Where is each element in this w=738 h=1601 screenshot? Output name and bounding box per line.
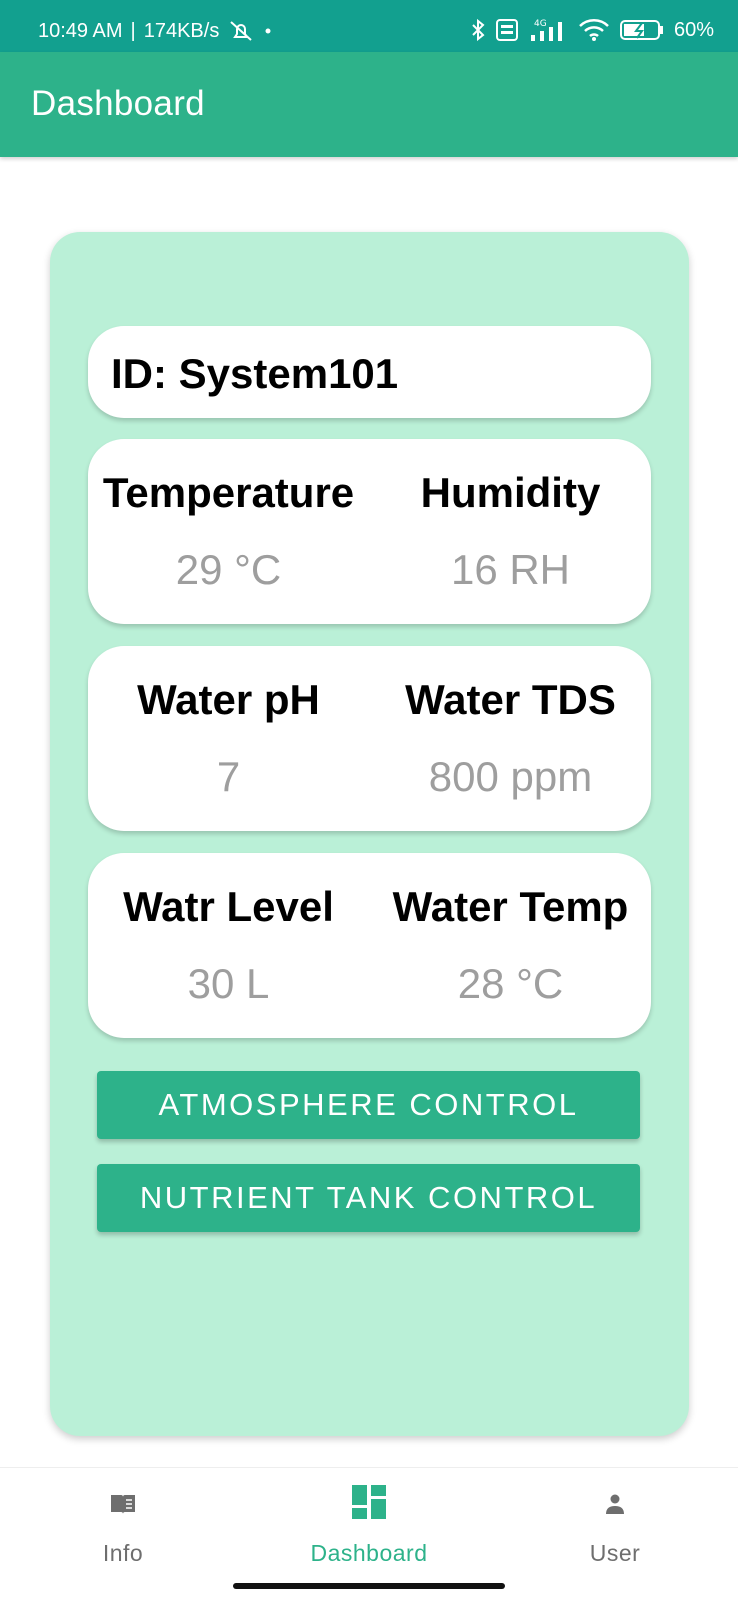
temperature-metric: Temperature 29 °C	[88, 439, 369, 624]
status-right: 4G 60%	[470, 17, 714, 43]
nav-label-dashboard: Dashboard	[310, 1540, 428, 1566]
status-left: 10:49 AM | 174KB/s	[38, 19, 273, 43]
humidity-value: 16 RH	[450, 546, 571, 593]
water-ph-label: Water pH	[137, 676, 320, 723]
bottom-navigation: Info Dashboard User	[0, 1467, 738, 1601]
humidity-label: Humidity	[420, 469, 601, 516]
book-icon	[109, 1492, 137, 1521]
battery-icon	[619, 19, 664, 41]
water-level-label: Watr Level	[123, 883, 334, 930]
battery-percent: 60%	[673, 18, 714, 41]
humidity-metric: Humidity 16 RH	[370, 439, 651, 624]
temperature-label: Temperature	[102, 469, 355, 516]
signal-icon: 4G	[528, 17, 568, 43]
nav-item-user[interactable]: User	[492, 1468, 738, 1588]
nav-item-info[interactable]: Info	[0, 1468, 246, 1588]
person-icon	[604, 1494, 626, 1519]
water-tds-value: 800 ppm	[428, 753, 593, 800]
app-bar: Dashboard	[0, 52, 738, 157]
status-separator: |	[130, 19, 136, 42]
page-title: Dashboard	[31, 84, 205, 123]
dot-icon	[263, 26, 273, 36]
temperature-value: 29 °C	[175, 546, 282, 593]
status-time: 10:49 AM	[38, 19, 123, 42]
metric-panel-water-tank: Watr Level 30 L Water Temp 28 °C	[88, 853, 651, 1038]
home-indicator[interactable]	[233, 1583, 505, 1589]
water-temp-value: 28 °C	[457, 960, 564, 1007]
water-temp-metric: Water Temp 28 °C	[370, 853, 651, 1038]
water-ph-value: 7	[216, 753, 241, 800]
system-id-label: ID: System101	[111, 350, 399, 397]
status-network-speed: 174KB/s	[143, 19, 220, 42]
nav-label-user: User	[589, 1540, 641, 1566]
metric-panel-climate: Temperature 29 °C Humidity 16 RH	[88, 439, 651, 624]
status-bar: 10:49 AM | 174KB/s 4G 60%	[0, 0, 738, 52]
water-ph-metric: Water pH 7	[88, 646, 369, 831]
volte-icon	[495, 19, 518, 41]
system-card: ID: System101 Temperature 29 °C Humidity…	[50, 232, 689, 1436]
alarm-off-icon	[227, 19, 255, 43]
water-tds-metric: Water TDS 800 ppm	[370, 646, 651, 831]
nutrient-tank-control-button[interactable]: NUTRIENT TANK CONTROL	[97, 1164, 640, 1232]
water-temp-label: Water Temp	[392, 883, 629, 930]
water-level-metric: Watr Level 30 L	[88, 853, 369, 1038]
atmosphere-control-button[interactable]: ATMOSPHERE CONTROL	[97, 1071, 640, 1139]
wifi-icon	[578, 18, 610, 42]
system-id-panel: ID: System101	[88, 326, 651, 418]
water-level-value: 30 L	[187, 960, 270, 1007]
nav-item-dashboard[interactable]: Dashboard	[246, 1468, 492, 1588]
nav-label-info: Info	[102, 1540, 144, 1566]
metric-panel-water-quality: Water pH 7 Water TDS 800 ppm	[88, 646, 651, 831]
network-badge: 4G	[534, 19, 547, 29]
bluetooth-icon	[470, 18, 486, 42]
water-tds-label: Water TDS	[405, 676, 616, 723]
dashboard-icon	[351, 1484, 387, 1525]
